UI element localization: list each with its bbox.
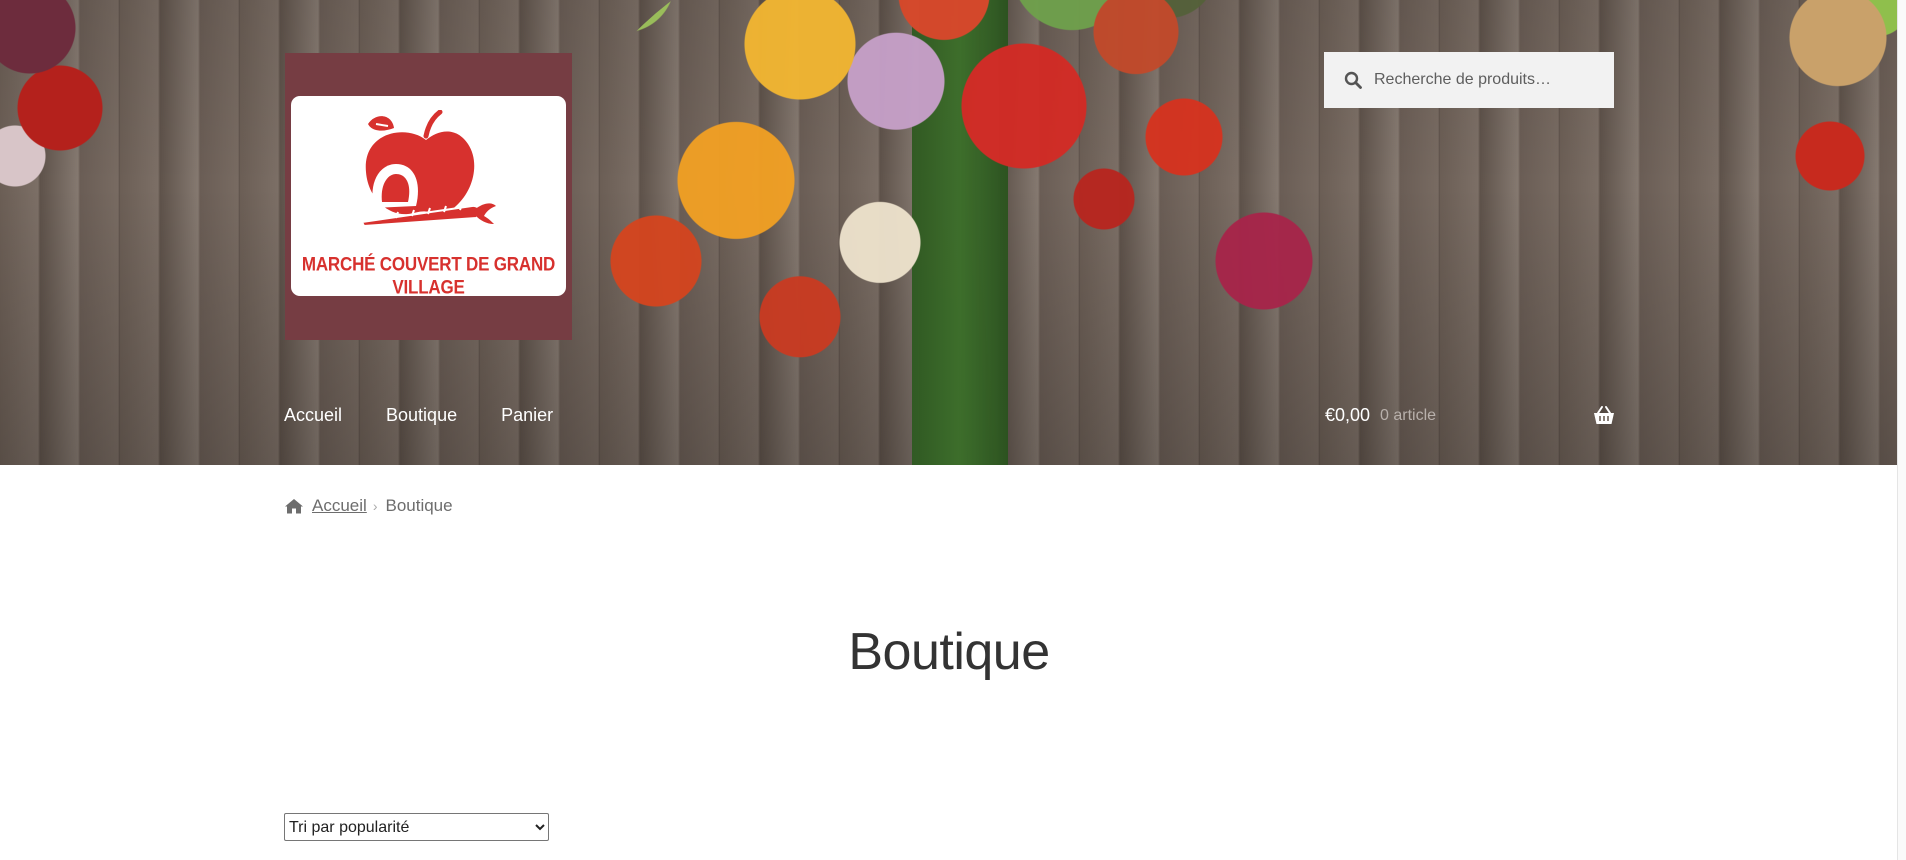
sort-order-select[interactable]: Tri par popularité	[284, 813, 549, 841]
cart-count: 0 article	[1380, 407, 1437, 424]
nav-item-accueil[interactable]: Accueil	[284, 405, 342, 426]
page-title: Boutique	[848, 623, 1050, 681]
apple-carrot-logo-icon	[360, 110, 496, 225]
site-header: MARCHÉ COUVERT DE GRAND VILLAGE Accueil …	[0, 0, 1898, 465]
home-icon	[285, 499, 303, 514]
search-icon	[1344, 71, 1362, 89]
breadcrumb-home-link[interactable]: Accueil	[312, 496, 367, 516]
primary-nav: Accueil Boutique Panier	[284, 405, 597, 426]
product-search	[1324, 52, 1614, 108]
search-input[interactable]	[1372, 59, 1614, 101]
vegetables-left-image	[0, 0, 120, 300]
page: MARCHÉ COUVERT DE GRAND VILLAGE Accueil …	[0, 0, 1906, 860]
breadcrumb: Accueil › Boutique	[284, 496, 453, 516]
basket-icon[interactable]	[1593, 405, 1615, 425]
breadcrumb-separator-icon: ›	[372, 498, 378, 514]
cart-amount: €0,00	[1325, 405, 1371, 425]
logo-card: MARCHÉ COUVERT DE GRAND VILLAGE	[291, 96, 566, 298]
vegetables-center-image	[560, 0, 1360, 465]
nav-item-boutique[interactable]: Boutique	[386, 405, 457, 426]
nav-item-panier[interactable]: Panier	[501, 405, 553, 426]
logo-text: MARCHÉ COUVERT DE GRAND VILLAGE	[301, 253, 556, 298]
breadcrumb-current: Boutique	[385, 496, 453, 515]
site-logo[interactable]: MARCHÉ COUVERT DE GRAND VILLAGE	[285, 53, 572, 340]
vegetables-right-image	[1750, 0, 1898, 300]
page-scrollbar[interactable]	[1897, 0, 1906, 860]
header-cart[interactable]: €0,00 0 article	[1325, 405, 1615, 429]
